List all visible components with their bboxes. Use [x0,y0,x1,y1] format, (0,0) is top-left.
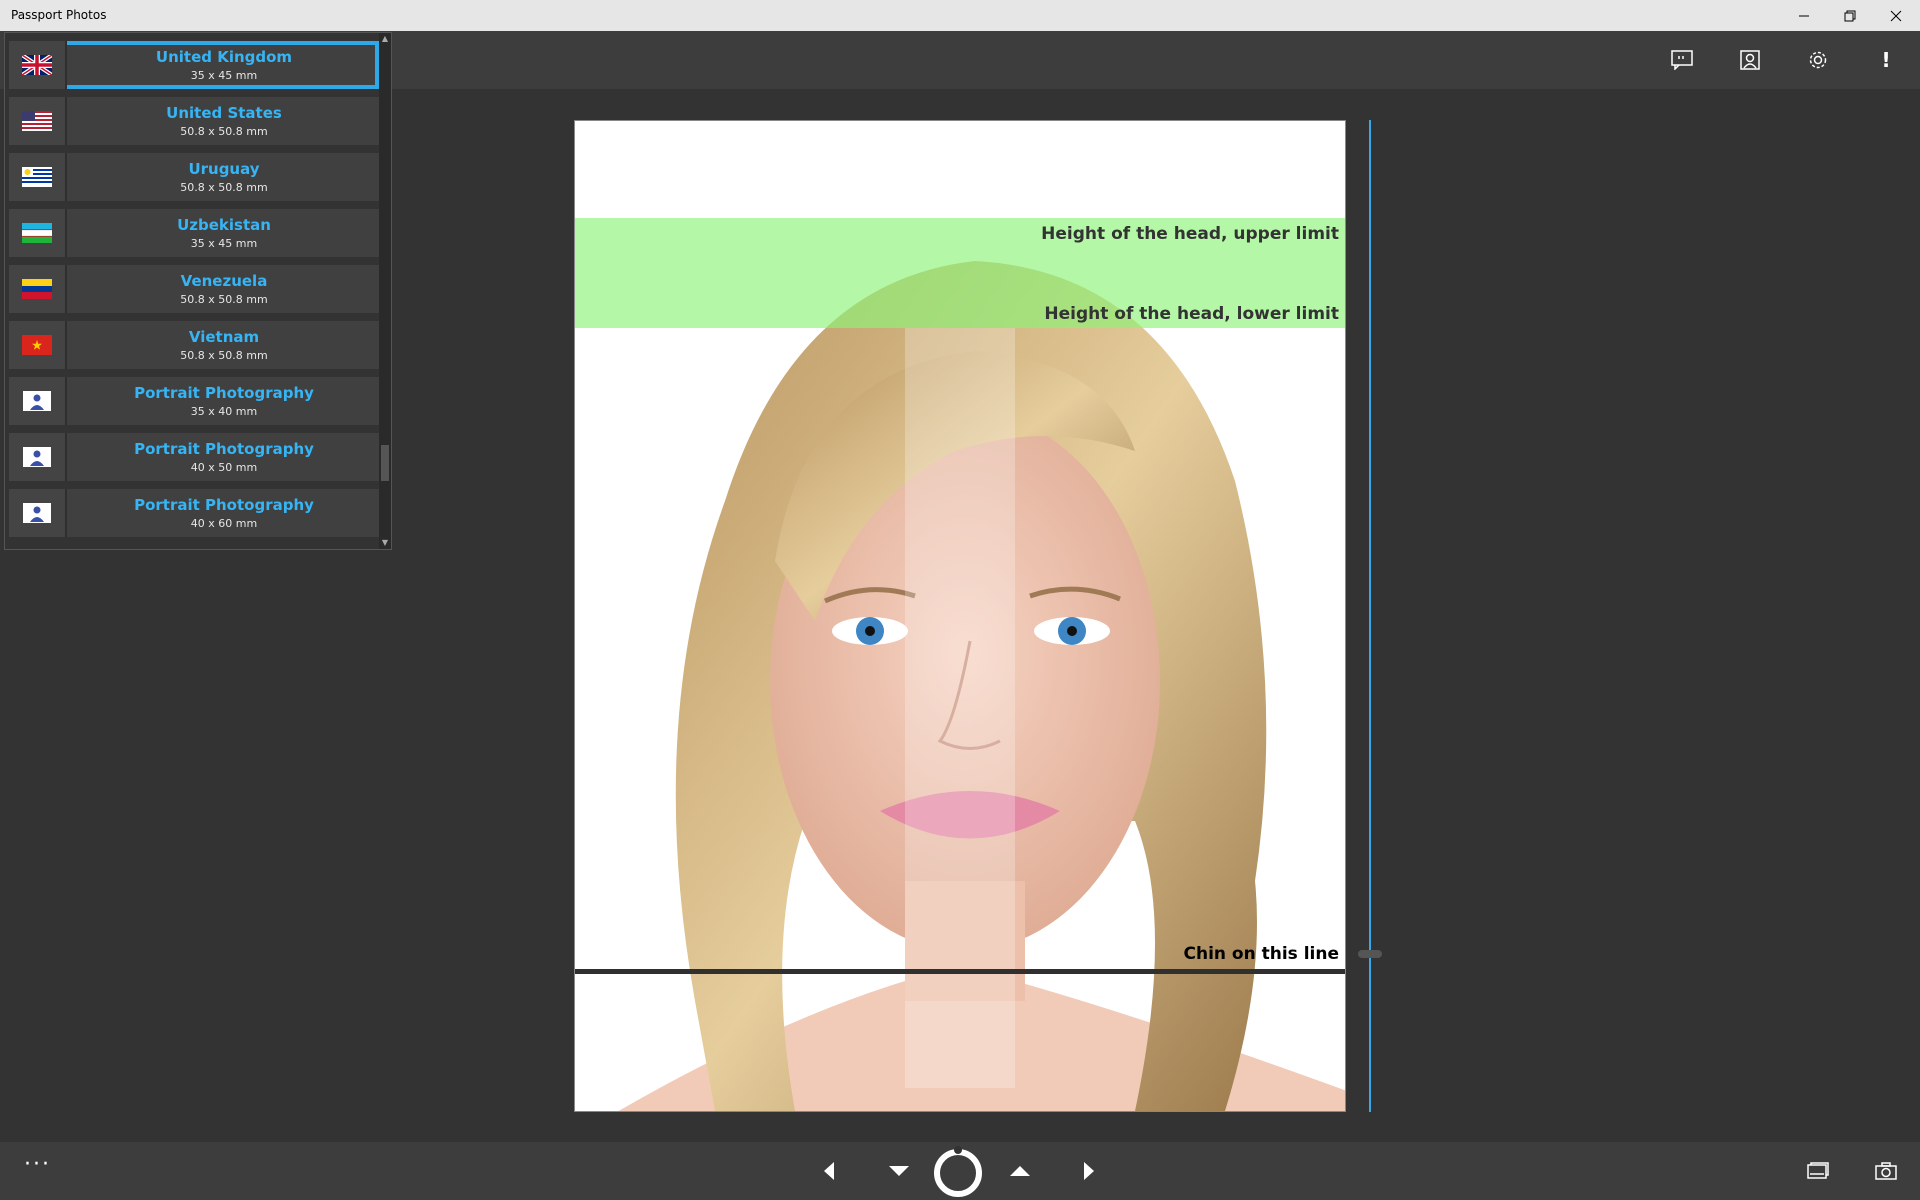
flag-box [9,377,67,425]
feedback-button[interactable] [1665,43,1699,77]
list-scrollbar[interactable]: ▲ ▼ [379,33,391,549]
alert-button[interactable]: ! [1869,43,1903,77]
country-name: Portrait Photography [134,496,314,514]
flag-box [9,489,67,537]
flag-box [9,41,67,89]
flag-box [9,321,67,369]
face-center-strip [905,328,1015,1088]
restore-button[interactable] [1827,0,1873,31]
country-name: Portrait Photography [134,384,314,402]
country-name: Vietnam [188,328,260,346]
country-name: United Kingdom [155,48,293,66]
photo-size: 50.8 x 50.8 mm [180,293,268,306]
country-list-flyout: United Kingdom 35 x 45 mm United States … [4,32,392,550]
flag-box [9,433,67,481]
restore-icon [1844,10,1856,21]
list-item-uzbekistan[interactable]: Uzbekistan 35 x 45 mm [9,209,379,257]
more-button[interactable]: ··· [24,1152,51,1177]
photo-size: 35 x 45 mm [190,237,258,250]
photo-size: 50.8 x 50.8 mm [180,349,268,362]
portrait-icon [23,391,51,411]
settings-button[interactable] [1801,43,1835,77]
move-down-button[interactable] [884,1156,914,1186]
vietnam-flag-icon [22,335,52,355]
list-item-venezuela[interactable]: Venezuela 50.8 x 50.8 mm [9,265,379,313]
photo-size: 40 x 60 mm [190,517,258,530]
minimize-icon [1799,15,1809,16]
chin-line-label: Chin on this line [1183,944,1339,964]
portrait-icon [23,447,51,467]
venezuela-flag-icon [22,279,52,299]
camera-button[interactable] [1872,1158,1900,1184]
gallery-button[interactable] [1804,1158,1832,1184]
photo-size: 35 x 45 mm [190,69,258,82]
list-item-vietnam[interactable]: Vietnam 50.8 x 50.8 mm [9,321,379,369]
portrait-icon [1740,50,1760,70]
lower-limit-label: Height of the head, lower limit [1044,304,1339,324]
portrait-button[interactable] [1733,43,1767,77]
settings-icon [1809,51,1827,69]
list-item-portrait-35x40[interactable]: Portrait Photography 35 x 40 mm [9,377,379,425]
move-up-button[interactable] [1005,1156,1035,1186]
scroll-up-icon[interactable]: ▲ [380,34,390,44]
flag-box [9,97,67,145]
list-item-united-states[interactable]: United States 50.8 x 50.8 mm [9,97,379,145]
title-bar: Passport Photos [0,0,1920,31]
list-item-portrait-40x60[interactable]: Portrait Photography 40 x 60 mm [9,489,379,537]
minimize-button[interactable] [1781,0,1827,31]
passport-photo[interactable]: Height of the head, upper limit Height o… [574,120,1346,1112]
vertical-adjust-track[interactable] [1369,120,1371,1112]
photo-size: 50.8 x 50.8 mm [180,181,268,194]
down-arrow-icon [889,1166,909,1176]
vertical-adjust-handle[interactable] [1358,950,1382,958]
up-arrow-icon [1010,1166,1030,1176]
flag-box [9,265,67,313]
list-item-portrait-40x50[interactable]: Portrait Photography 40 x 50 mm [9,433,379,481]
move-right-button[interactable] [1074,1156,1104,1186]
country-name: United States [166,104,282,122]
gallery-icon [1807,1162,1829,1179]
scroll-thumb[interactable] [381,445,389,481]
photo-size: 35 x 40 mm [190,405,258,418]
window-title: Passport Photos [11,8,107,22]
country-name: Uruguay [188,160,260,178]
bottom-command-bar: ··· [0,1142,1920,1200]
feedback-icon [1671,50,1693,70]
country-name: Uzbekistan [177,216,271,234]
alert-icon: ! [1881,48,1891,72]
list-item-united-kingdom[interactable]: United Kingdom 35 x 45 mm [9,41,379,89]
us-flag-icon [22,111,52,131]
chin-line[interactable] [575,969,1345,974]
close-icon [1890,10,1902,21]
camera-icon [1875,1162,1897,1180]
uzbekistan-flag-icon [22,223,52,243]
move-left-button[interactable] [814,1156,844,1186]
list-item-uruguay[interactable]: Uruguay 50.8 x 50.8 mm [9,153,379,201]
left-arrow-icon [824,1162,834,1180]
right-arrow-icon [1084,1162,1094,1180]
portrait-icon [23,503,51,523]
country-name: Portrait Photography [134,440,314,458]
upper-limit-label: Height of the head, upper limit [1041,224,1339,244]
flag-box [9,209,67,257]
photo-size: 50.8 x 50.8 mm [180,125,268,138]
country-name: Venezuela [180,272,268,290]
uruguay-flag-icon [22,167,52,187]
close-button[interactable] [1873,0,1919,31]
photo-size: 40 x 50 mm [190,461,258,474]
rotate-ring-icon [934,1146,982,1197]
flag-box [9,153,67,201]
rotate-button[interactable] [930,1143,986,1199]
scroll-down-icon[interactable]: ▼ [380,538,390,548]
uk-flag-icon [22,55,52,75]
